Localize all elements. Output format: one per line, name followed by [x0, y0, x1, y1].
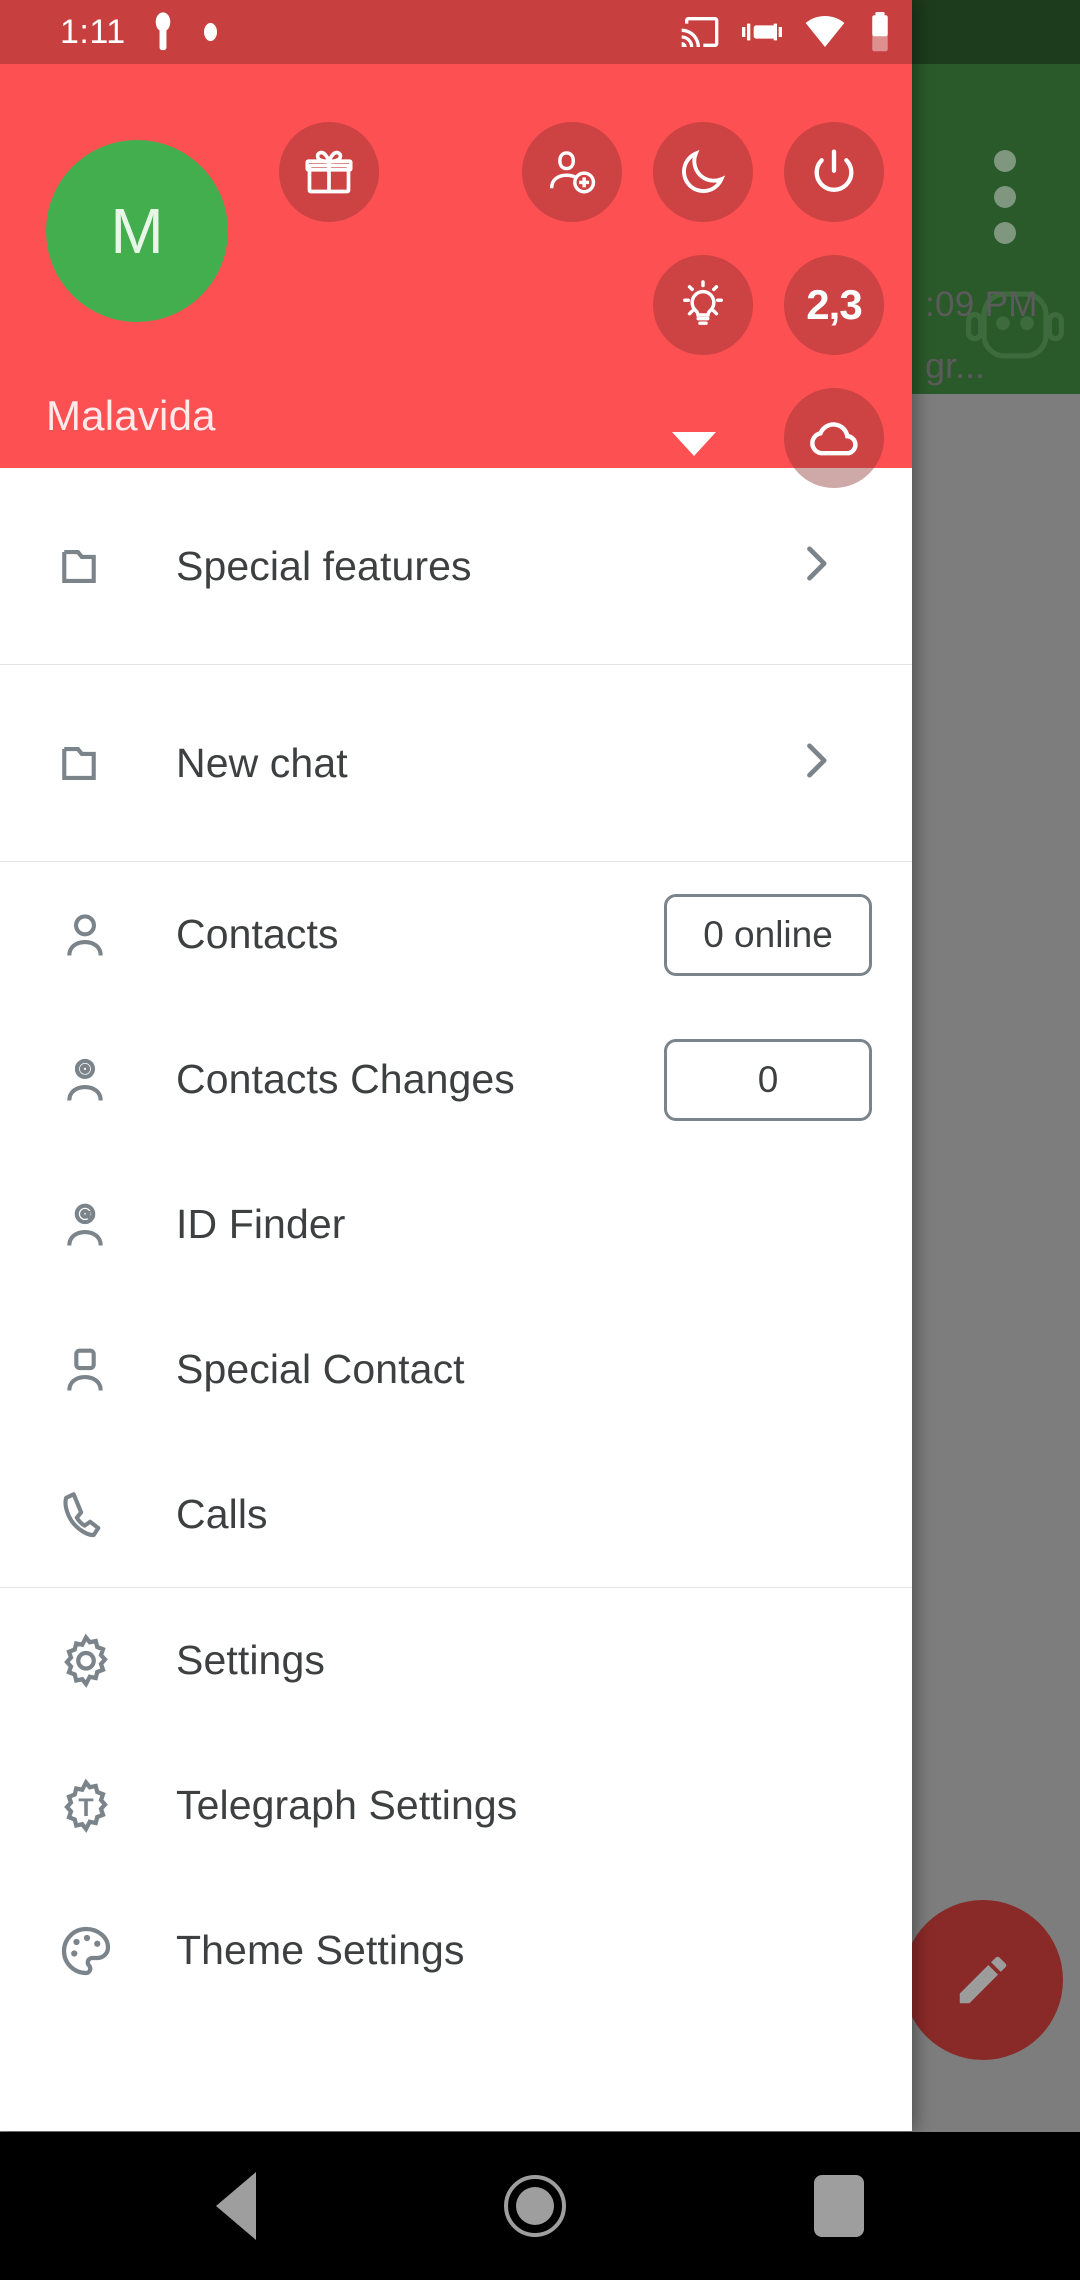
wifi-icon	[804, 12, 846, 52]
menu-item-label: Calls	[176, 1491, 268, 1537]
menu-item-label: Special features	[176, 542, 472, 589]
menu-item-calls[interactable]: Calls	[0, 1442, 912, 1587]
chevron-right-icon	[793, 739, 837, 788]
chat-timestamp: :09 PM	[925, 285, 1038, 324]
person-at-icon	[56, 1196, 130, 1254]
drawer-menu: Special features New chat Contacts 0 onl…	[0, 468, 912, 2023]
menu-item-label: Settings	[176, 1637, 325, 1683]
status-bar-clock: 1:11	[60, 12, 126, 51]
nav-home-button[interactable]	[504, 2175, 566, 2237]
nav-recents-button[interactable]	[814, 2175, 864, 2237]
menu-item-label: Contacts	[176, 911, 339, 957]
folder-icon	[56, 535, 130, 597]
menu-item-label: Contacts Changes	[176, 1056, 515, 1102]
power-button[interactable]	[784, 122, 884, 222]
key-icon	[152, 12, 174, 52]
phone-icon	[56, 1486, 130, 1544]
night-mode-button[interactable]	[653, 122, 753, 222]
menu-item-contacts-changes[interactable]: Contacts Changes 0	[0, 1007, 912, 1152]
menu-item-id-finder[interactable]: ID Finder	[0, 1152, 912, 1297]
menu-item-contacts[interactable]: Contacts 0 online	[0, 862, 912, 1007]
person-icon	[56, 906, 130, 964]
navigation-drawer: M 2,3 Malavida Special features New chat…	[0, 0, 912, 2131]
vibrate-icon	[742, 12, 782, 52]
menu-item-label: Special Contact	[176, 1346, 465, 1392]
menu-item-label: ID Finder	[176, 1201, 346, 1247]
menu-item-label: Theme Settings	[176, 1927, 465, 1973]
add-contact-button[interactable]	[522, 122, 622, 222]
status-badge[interactable]: 0 online	[664, 893, 872, 976]
person-square-icon	[56, 1341, 130, 1399]
lightbulb-icon	[683, 280, 723, 325]
menu-item-theme-settings[interactable]: Theme Settings	[0, 1878, 912, 2023]
dot-indicator	[203, 23, 217, 41]
cast-icon	[680, 12, 720, 52]
status-bar-icons	[680, 11, 892, 53]
status-badge[interactable]: 0	[664, 1038, 872, 1121]
avatar[interactable]: M	[46, 140, 228, 322]
menu-item-special-features[interactable]: Special features	[0, 468, 912, 664]
menu-item-settings[interactable]: Settings	[0, 1588, 912, 1733]
menu-item-special-contact[interactable]: Special Contact	[0, 1297, 912, 1442]
chevron-down-icon[interactable]	[672, 432, 716, 456]
menu-item-telegraph-settings[interactable]: T Telegraph Settings	[0, 1733, 912, 1878]
menu-item-new-chat[interactable]: New chat	[0, 665, 912, 861]
unread-count-button[interactable]: 2,3	[784, 255, 884, 355]
android-nav-bar	[0, 2132, 1080, 2280]
power-icon	[814, 149, 854, 192]
status-bar: 1:11	[0, 0, 912, 64]
gear-icon	[56, 1631, 130, 1691]
profile-name: Malavida	[46, 392, 216, 439]
gift-icon	[305, 150, 353, 194]
folder-icon	[56, 732, 130, 794]
menu-item-label: New chat	[176, 739, 348, 786]
moon-icon	[682, 149, 726, 193]
lightbulb-button[interactable]	[653, 255, 753, 355]
battery-icon	[868, 11, 892, 53]
avatar-initial: M	[110, 195, 164, 267]
pencil-icon	[959, 1956, 1007, 2004]
overflow-menu-icon[interactable]	[994, 150, 1020, 246]
drawer-header: M 2,3 Malavida	[0, 0, 912, 488]
palette-icon	[56, 1921, 130, 1981]
chevron-right-icon	[793, 542, 837, 591]
gear-t-icon: T	[56, 1776, 130, 1836]
gift-button[interactable]	[279, 122, 379, 222]
menu-item-label: Telegraph Settings	[176, 1782, 518, 1828]
cloud-icon	[810, 422, 858, 456]
compose-fab[interactable]	[903, 1900, 1063, 2060]
unread-count-label: 2,3	[806, 281, 862, 328]
nav-back-button[interactable]	[216, 2172, 256, 2240]
person-changes-icon	[56, 1051, 130, 1109]
chat-snippet: gr...	[925, 345, 986, 386]
add-contact-icon	[549, 151, 596, 194]
svg-text:T: T	[78, 1794, 93, 1822]
